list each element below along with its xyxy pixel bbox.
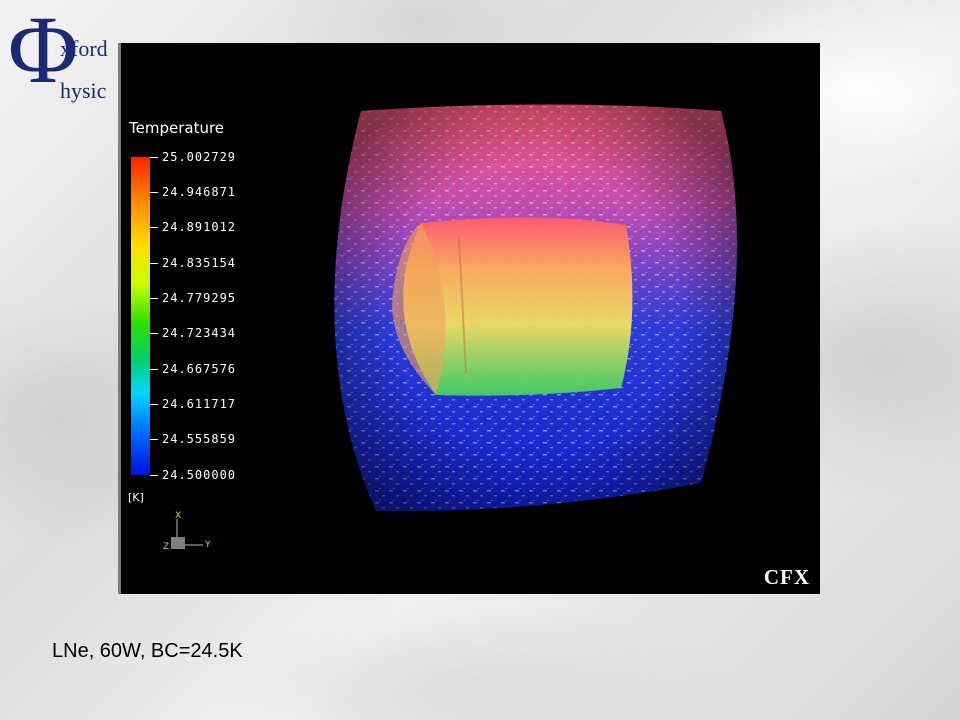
legend-value-7: 24.611717 <box>162 397 237 411</box>
logo-text-line1: xford <box>60 36 108 61</box>
colorbar-tick <box>150 298 158 299</box>
legend-value-8: 24.555859 <box>162 432 237 446</box>
colorbar-tick <box>150 333 158 334</box>
axis-y-label: Y <box>205 540 211 550</box>
cfx-logo-text: CFX <box>763 565 810 589</box>
legend-value-0: 25.002729 <box>162 150 237 164</box>
slide-caption: LNe, 60W, BC=24.5K <box>52 640 243 662</box>
colorbar-tick <box>150 227 158 228</box>
legend-value-4: 24.779295 <box>162 291 237 305</box>
legend-value-3: 24.835154 <box>162 256 237 270</box>
cfx-simulation-view[interactable]: Temperature 25.002729 24.946871 24.89101… <box>118 43 820 594</box>
temperature-colorbar <box>131 157 150 475</box>
legend-value-6: 24.667576 <box>162 362 237 376</box>
logo-text-line2: hysic <box>60 78 107 103</box>
legend-value-9: 24.500000 <box>162 468 237 482</box>
temperature-field-render <box>334 104 737 512</box>
axis-z-label: Z <box>163 542 170 552</box>
legend-title: Temperature <box>129 119 225 137</box>
colorbar-tick <box>150 404 158 405</box>
colorbar-tick <box>150 157 158 158</box>
legend-unit: [K] <box>128 491 144 504</box>
colorbar-tick <box>150 263 158 264</box>
axis-triad-icon[interactable]: X Y Z <box>159 511 219 561</box>
legend-value-2: 24.891012 <box>162 220 237 234</box>
colorbar-tick <box>150 369 158 370</box>
colorbar-tick <box>150 192 158 193</box>
colorbar-tick <box>150 475 158 476</box>
colorbar-tick <box>150 439 158 440</box>
axis-x-label: X <box>175 511 182 521</box>
legend-value-1: 24.946871 <box>162 185 237 199</box>
legend-value-5: 24.723434 <box>162 326 237 340</box>
